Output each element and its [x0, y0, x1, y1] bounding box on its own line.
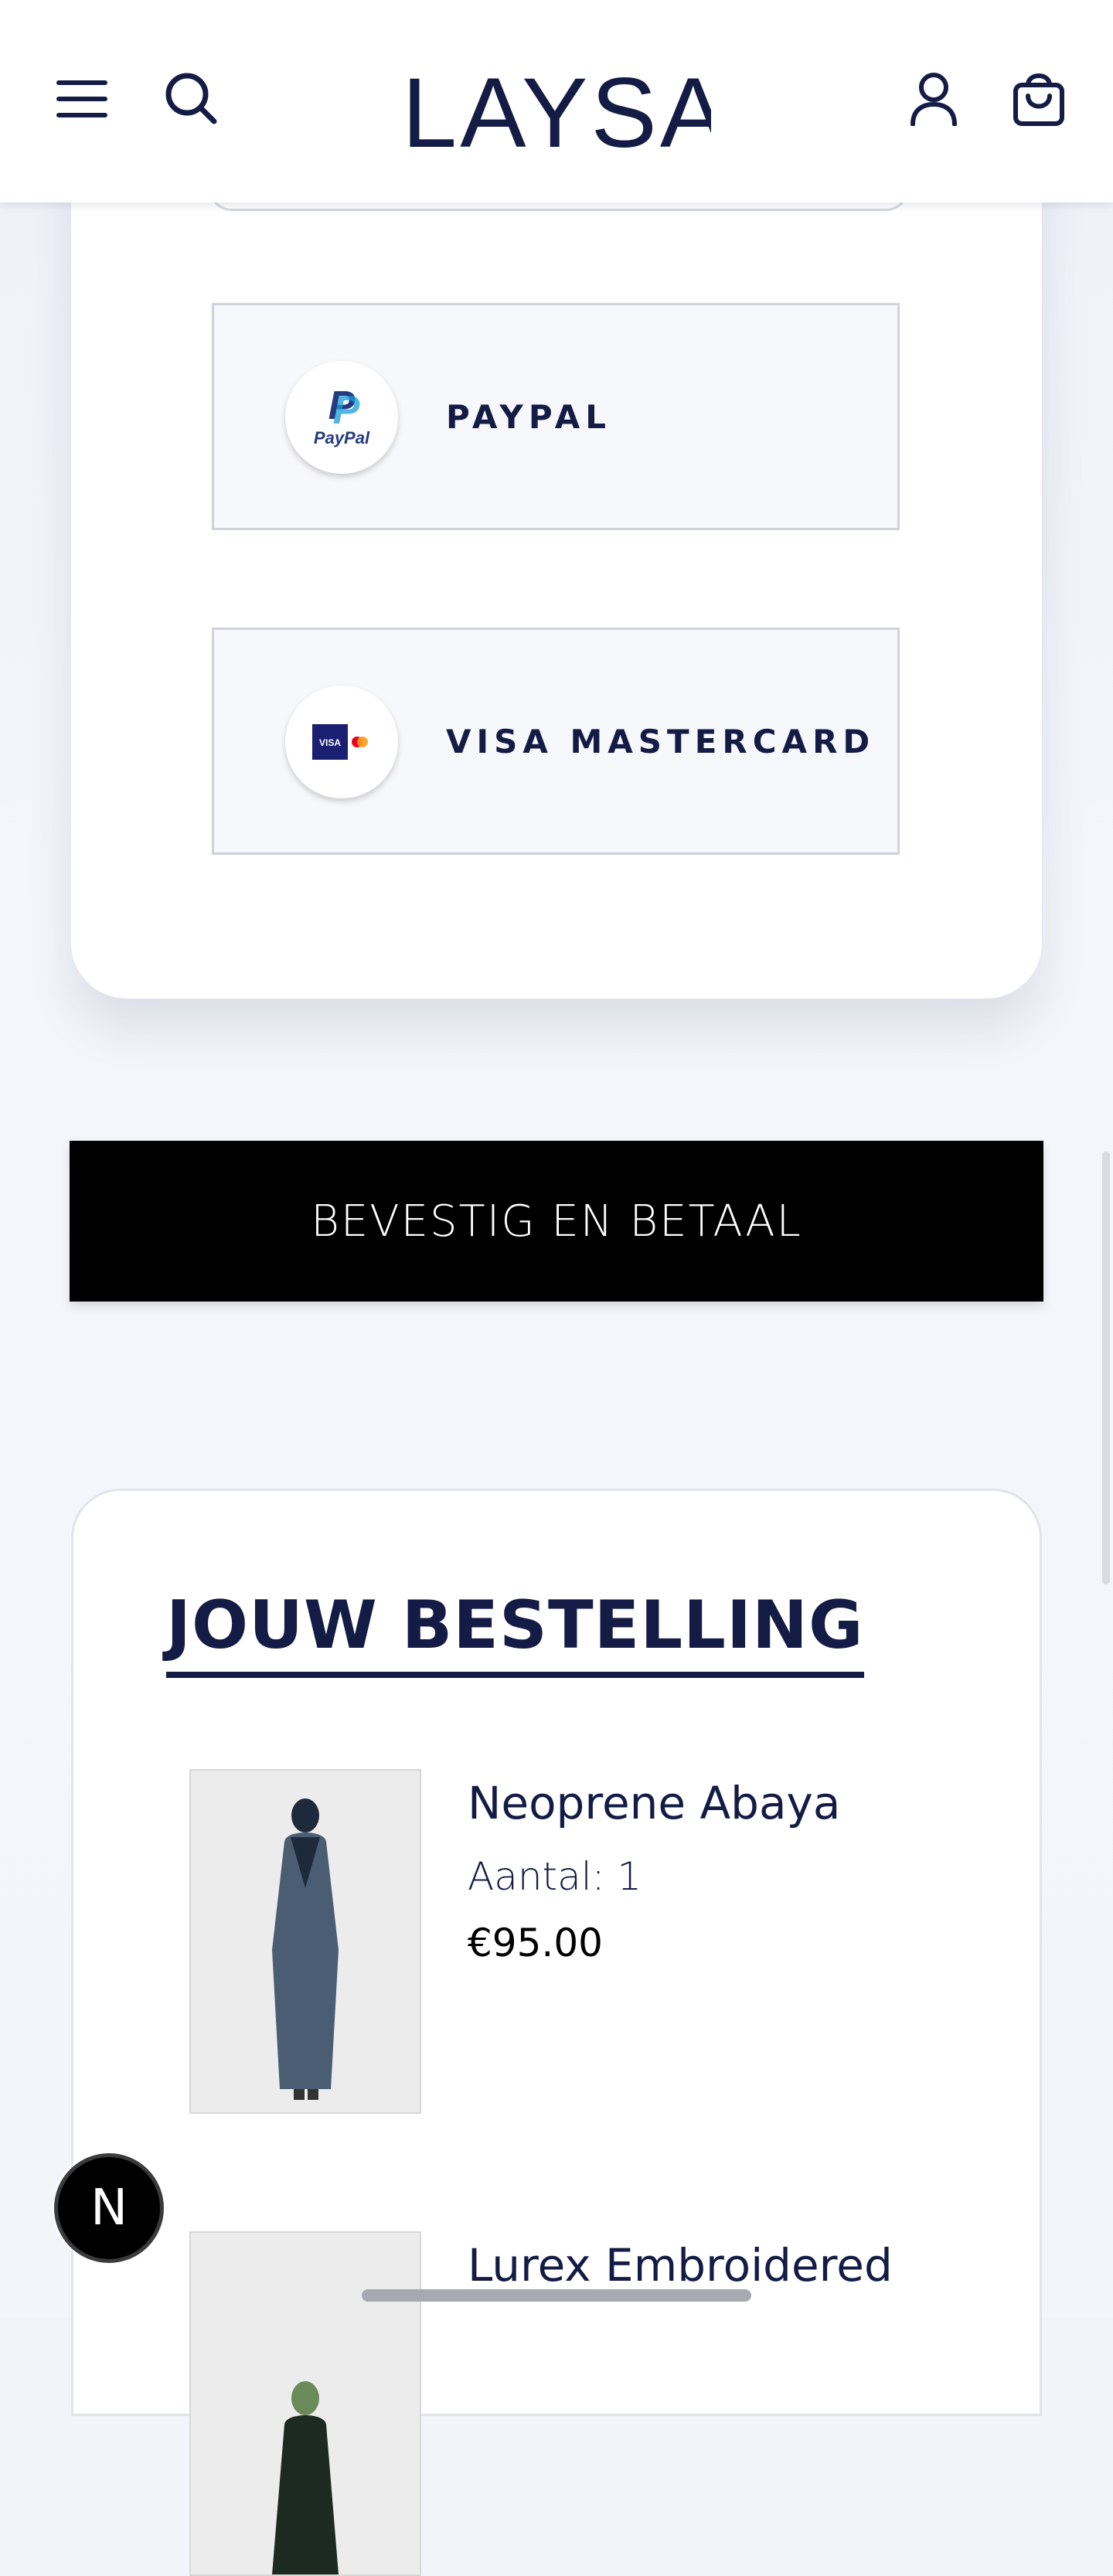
user-icon[interactable] [903, 68, 965, 130]
product-quantity: Aantal: 1 [468, 1854, 642, 1899]
shopping-bag-icon[interactable] [1008, 68, 1070, 130]
payment-option-paypal[interactable]: P P PayPal PAYPAL [212, 303, 900, 530]
order-item[interactable]: Neoprene Abaya Aantal: 1 €95.00 [189, 1769, 962, 2117]
product-price: €95.00 [468, 1921, 603, 1965]
product-image [189, 2231, 421, 2576]
order-item[interactable]: Lurex Embroidered [189, 2231, 962, 2576]
home-indicator[interactable] [362, 2289, 751, 2302]
order-title: JOUW BESTELLING [166, 1587, 864, 1678]
brand-logo[interactable]: LAYSAH [402, 39, 711, 162]
confirm-and-pay-button[interactable]: BEVESTIG EN BETAAL [70, 1141, 1043, 1302]
svg-text:LAYSAH: LAYSAH [402, 58, 711, 162]
scrollbar[interactable] [1102, 1152, 1110, 1584]
svg-text:PayPal: PayPal [314, 428, 370, 447]
payment-option-visa-mastercard[interactable]: VISA VISA MASTERCARD [212, 628, 900, 855]
search-icon[interactable] [161, 68, 223, 130]
payment-option-label: VISA MASTERCARD [446, 722, 876, 761]
svg-text:P: P [333, 388, 360, 433]
payment-methods-card [71, 139, 1042, 999]
product-image [189, 1769, 421, 2114]
brand-logo-mark: LAYSAH [402, 58, 711, 162]
visa-mastercard-logo: VISA [285, 686, 398, 798]
order-summary-card: JOUW BESTELLING Neoprene Abaya Aantal: 1… [71, 1489, 1042, 2576]
svg-text:VISA: VISA [319, 737, 341, 748]
hamburger-menu-icon[interactable] [51, 68, 113, 130]
product-name: Neoprene Abaya [468, 1777, 841, 1829]
dev-tools-badge[interactable]: N [54, 2153, 164, 2263]
payment-option-label: PAYPAL [446, 397, 612, 436]
paypal-logo: P P PayPal [285, 361, 398, 474]
site-header: LAYSAH [0, 0, 1113, 202]
product-name: Lurex Embroidered [468, 2239, 893, 2292]
